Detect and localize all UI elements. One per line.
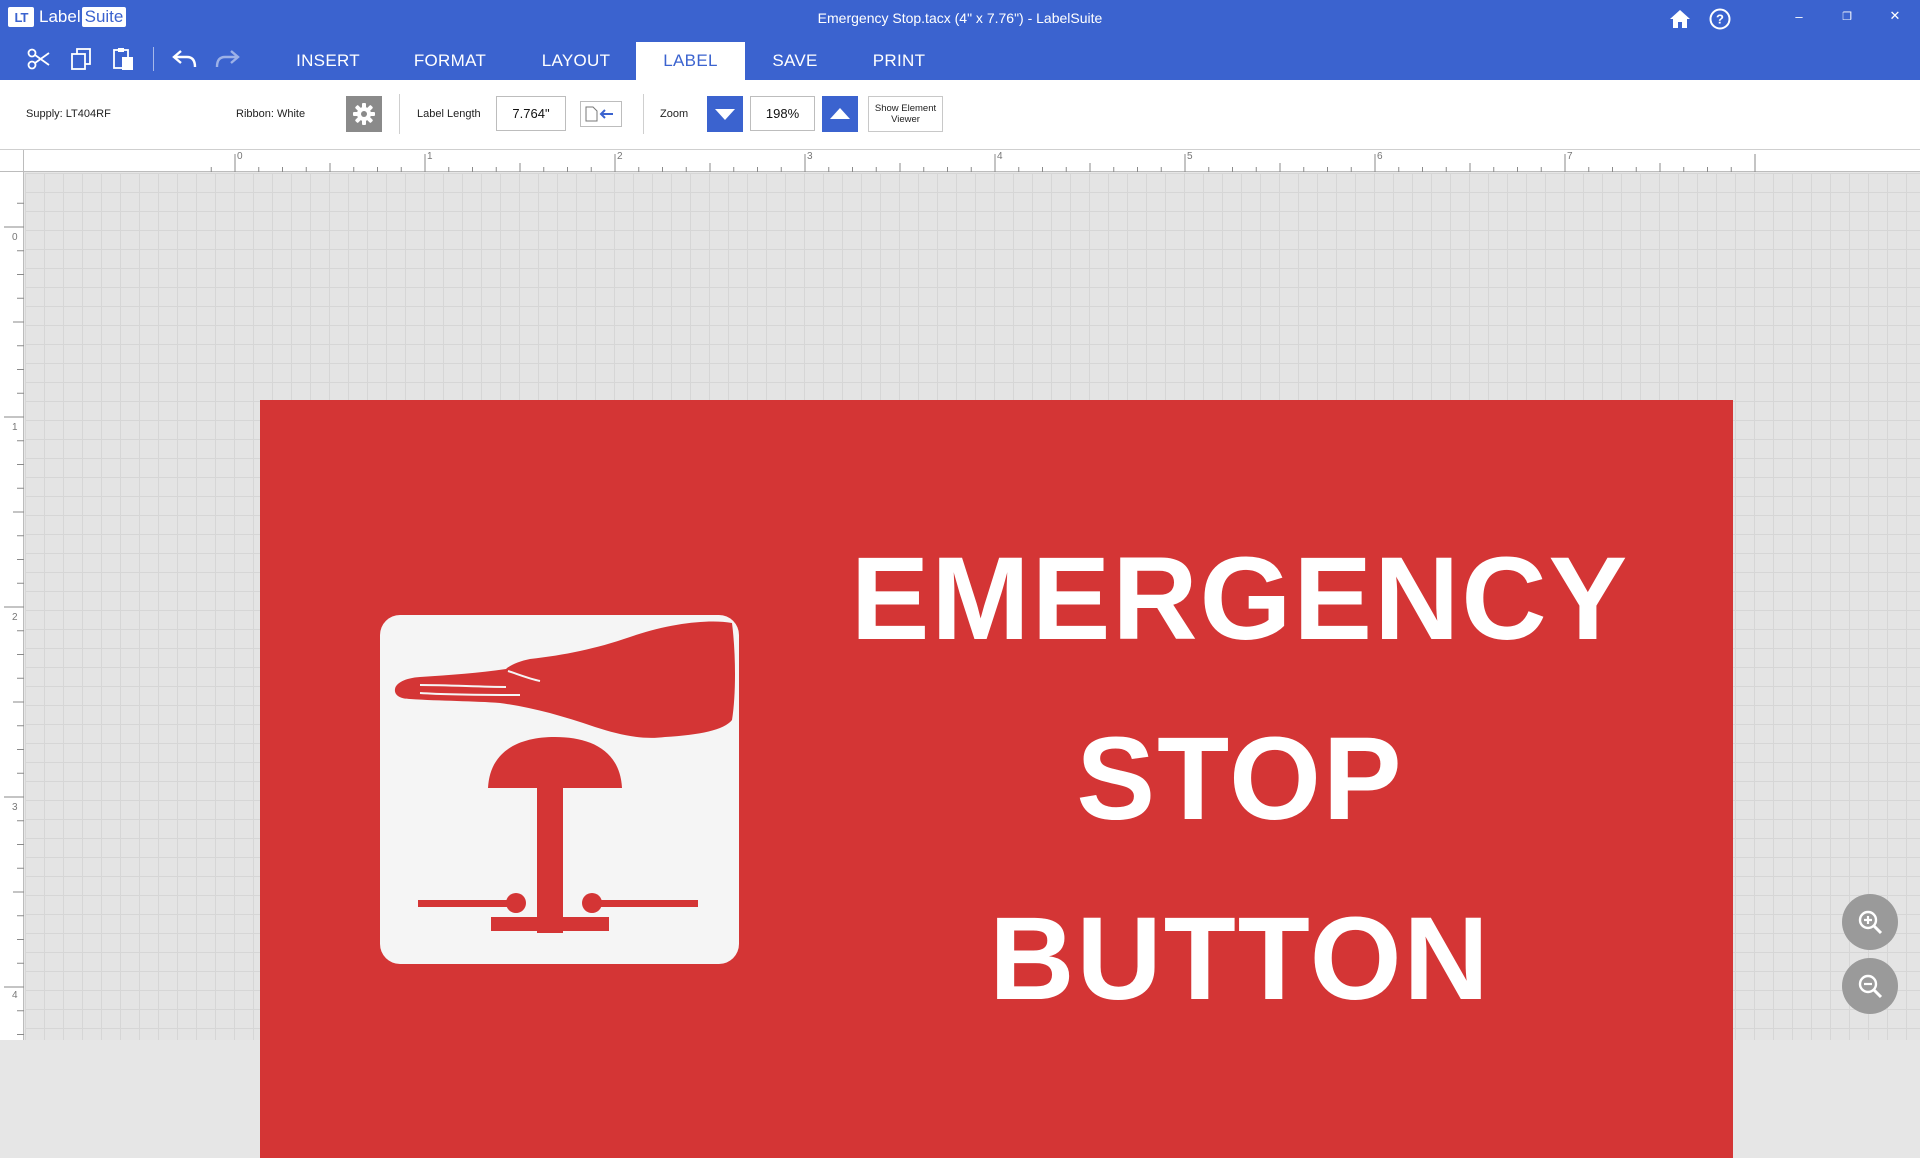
tab-label[interactable]: LABEL (636, 42, 745, 80)
properties-divider (643, 94, 644, 134)
horizontal-ruler: 0 1 2 3 4 5 6 7 (0, 150, 1920, 172)
vruler-label: 4 (12, 990, 18, 1001)
toolbar-divider (153, 47, 154, 71)
help-icon[interactable]: ? (1705, 4, 1735, 34)
zoom-out-icon (1858, 974, 1883, 999)
label-preview[interactable]: EMERGENCY STOP BUTTON (260, 400, 1733, 1158)
sign-text-line-2[interactable]: STOP (790, 720, 1690, 838)
sign-text-line-1[interactable]: EMERGENCY (790, 540, 1690, 658)
triangle-up-icon (830, 108, 850, 119)
triangle-down-icon (715, 109, 735, 120)
hruler-label: 4 (997, 151, 1003, 162)
hruler-label: 3 (807, 151, 813, 162)
svg-text:?: ? (1716, 12, 1724, 27)
window-title: Emergency Stop.tacx (4" x 7.76") - Label… (817, 10, 1103, 26)
sign-text-line-3[interactable]: BUTTON (790, 900, 1690, 1018)
tab-insert[interactable]: INSERT (280, 42, 376, 80)
zoom-in-fab[interactable] (1842, 894, 1898, 950)
zoom-out-fab[interactable] (1842, 958, 1898, 1014)
hruler-label: 6 (1377, 151, 1383, 162)
cut-icon[interactable] (24, 45, 54, 73)
design-canvas[interactable]: EMERGENCY STOP BUTTON (25, 173, 1920, 1158)
zoom-label: Zoom (660, 108, 689, 120)
ribbon-settings-button[interactable] (346, 96, 382, 132)
emergency-stop-hand-icon[interactable] (380, 615, 739, 964)
minimize-button[interactable]: – (1776, 0, 1822, 32)
ribbon-label: Ribbon: White (236, 108, 306, 120)
properties-divider (399, 94, 400, 134)
zoom-in-button[interactable] (822, 96, 858, 132)
tab-save[interactable]: SAVE (748, 42, 842, 80)
title-bar: LT Label Suite Emergency Stop.tacx (4" x… (0, 0, 1920, 38)
ruler-corner (0, 150, 24, 172)
show-element-viewer-button[interactable]: Show Element Viewer (868, 96, 943, 132)
undo-icon[interactable] (170, 45, 200, 73)
fit-length-button[interactable] (580, 101, 622, 127)
zoom-out-button[interactable] (707, 96, 743, 132)
vertical-ruler: 0 1 2 3 4 (0, 172, 24, 1040)
ribbon-menu: INSERT FORMAT LAYOUT LABEL SAVE PRINT (0, 38, 1920, 80)
supply-label: Supply: LT404RF (26, 108, 111, 120)
copy-icon[interactable] (66, 45, 96, 73)
hruler-label: 2 (617, 151, 623, 162)
hruler-label: 1 (427, 151, 433, 162)
zoom-in-icon (1858, 910, 1883, 935)
label-length-input[interactable]: 7.764" (496, 96, 566, 131)
label-properties-bar: Supply: LT404RF Ribbon: White Label Leng… (0, 80, 1920, 150)
tab-format[interactable]: FORMAT (402, 42, 498, 80)
paste-icon[interactable] (108, 45, 138, 73)
page-arrow-left-icon (585, 106, 613, 122)
close-button[interactable]: ✕ (1872, 0, 1918, 32)
vruler-label: 3 (12, 802, 18, 813)
redo-icon[interactable] (212, 45, 242, 73)
zoom-input[interactable]: 198% (750, 96, 815, 131)
restore-button[interactable]: ❐ (1824, 0, 1870, 32)
vruler-label: 0 (12, 232, 18, 243)
tab-print[interactable]: PRINT (852, 42, 946, 80)
hruler-label: 7 (1567, 151, 1573, 162)
hruler-label: 5 (1187, 151, 1193, 162)
tab-layout[interactable]: LAYOUT (528, 42, 624, 80)
home-icon[interactable] (1665, 4, 1695, 34)
gear-icon (353, 103, 375, 125)
vruler-label: 1 (12, 422, 18, 433)
vruler-label: 2 (12, 612, 18, 623)
label-length-label: Label Length (417, 108, 481, 120)
hruler-label: 0 (237, 151, 243, 162)
